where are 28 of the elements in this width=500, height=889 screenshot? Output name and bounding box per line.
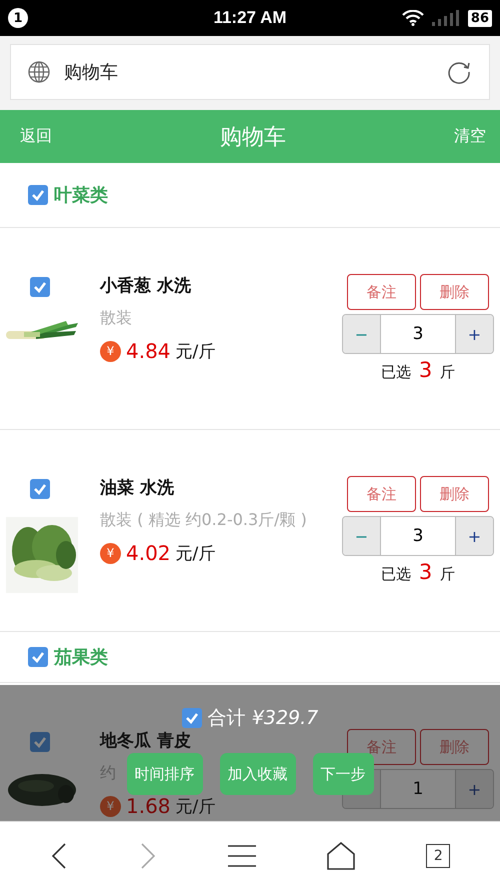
battery-indicator: 86 — [468, 10, 492, 26]
selected-label: 已选 — [380, 565, 411, 584]
product-name: 地冬瓜 青皮 — [100, 730, 191, 752]
category-name: 叶菜类 — [54, 184, 108, 207]
currency-badge: ¥ — [100, 542, 121, 564]
selected-label: 已选 — [380, 363, 411, 382]
header-title: 购物车 — [220, 124, 286, 152]
total-price: 合计 ¥329.7 — [208, 706, 318, 731]
currency-badge: ¥ — [100, 796, 121, 816]
currency-badge: ¥ — [100, 340, 121, 362]
price-unit: 元/斤 — [176, 340, 216, 362]
selected-count: 3 — [418, 358, 432, 382]
product-price: 1.68 — [126, 794, 171, 818]
price-unit: 元/斤 — [176, 542, 216, 564]
selected-unit: 斤 — [440, 565, 456, 584]
product-price: 4.84 — [126, 339, 171, 363]
status-time: 11:27 AM — [212, 8, 288, 28]
page-title: 购物车 — [64, 61, 118, 84]
product-price: 4.02 — [126, 541, 171, 565]
product-spec: 散装 — [100, 307, 132, 329]
notification-badge: 1 — [8, 8, 28, 28]
product-name: 小香葱 水洗 — [100, 275, 191, 297]
product-name: 油菜 水洗 — [100, 477, 174, 499]
price-unit: 元/斤 — [176, 796, 216, 818]
category-name: 茄果类 — [54, 646, 108, 669]
selected-unit: 斤 — [440, 363, 456, 382]
product-spec: 散装 ( 精选 约0.2-0.3斤/颗 ) — [100, 509, 307, 531]
selected-count: 3 — [418, 560, 432, 584]
